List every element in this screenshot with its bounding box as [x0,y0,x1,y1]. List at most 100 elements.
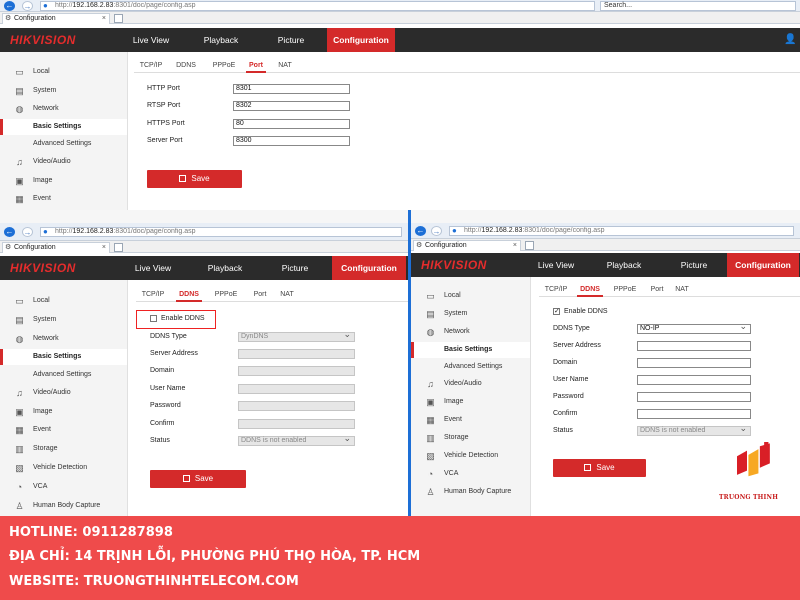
sidebar-item-vehicle-detection[interactable]: ▧ Vehicle Detection [0,460,127,476]
sidebar-item-basic-settings[interactable]: Basic Settings [0,349,127,365]
tab-port[interactable]: Port [647,284,667,297]
menu-playback[interactable]: Playback [196,256,254,280]
sidebar-item-video-audio[interactable]: ♫ Video/Audio [0,385,127,401]
url-field[interactable]: ● http://192.168.2.83:8301/doc/page/conf… [40,1,595,11]
new-tab-icon[interactable] [114,14,123,23]
domain-input[interactable] [238,366,355,376]
menu-configuration[interactable]: Configuration [327,28,395,52]
tab-nat[interactable]: NAT [276,60,294,73]
tab-tcpip[interactable]: TCP/IP [543,284,569,297]
sidebar-item-storage[interactable]: ▥ Storage [0,441,127,457]
status-select[interactable]: DDNS is not enabled [238,434,355,446]
menu-configuration[interactable]: Configuration [727,253,799,277]
url-field[interactable]: ● http://192.168.2.83:8301/doc/page/conf… [449,226,794,236]
sidebar-item-video-audio[interactable]: ♫ Video/Audio [411,376,530,392]
sidebar-item-event[interactable]: ▦ Event [0,191,127,207]
menu-picture[interactable]: Picture [665,253,723,277]
tab-tcpip[interactable]: TCP/IP [138,60,164,73]
confirm-input[interactable] [238,419,355,429]
tab-tcpip[interactable]: TCP/IP [140,289,166,302]
forward-icon[interactable]: → [22,227,33,237]
confirm-input[interactable] [637,409,751,419]
sidebar-item-network[interactable]: ◍ Network [0,331,127,347]
tab-pppoe[interactable]: PPPoE [611,284,639,297]
back-icon[interactable]: ← [415,226,426,236]
https-port-input[interactable]: 80 [233,119,350,129]
sidebar-item-system[interactable]: ▤ System [0,83,127,99]
sidebar-item-system[interactable]: ▤ System [411,306,530,322]
password-input[interactable] [238,401,355,411]
tab-ddns[interactable]: DDNS [577,284,603,297]
sidebar-item-human-body-capture[interactable]: ♙ Human Body Capture [0,498,127,514]
back-icon[interactable]: ← [4,1,15,11]
menu-picture[interactable]: Picture [266,256,324,280]
menu-playback[interactable]: Playback [192,28,250,52]
tab-nat[interactable]: NAT [278,289,296,302]
close-icon[interactable]: × [102,243,106,253]
server-address-input[interactable] [238,349,355,359]
sidebar-item-advanced-settings[interactable]: Advanced Settings [411,359,530,375]
enable-ddns-checkbox[interactable]: ✓ Enable DDNS [553,306,608,318]
sidebar-item-system[interactable]: ▤ System [0,312,127,328]
browser-tab[interactable]: ⚙ Configuration × [2,242,110,253]
tab-pppoe[interactable]: PPPoE [210,60,238,73]
menu-configuration[interactable]: Configuration [332,256,406,280]
sidebar-item-human-body-capture[interactable]: ♙ Human Body Capture [411,484,530,500]
enable-ddns-checkbox[interactable]: Enable DDNS [150,313,205,325]
sidebar-item-local[interactable]: ▭ Local [411,288,530,304]
tab-ddns[interactable]: DDNS [174,60,198,73]
sidebar-item-vca[interactable]: ◔ VCA [0,479,127,495]
server-port-input[interactable]: 8300 [233,136,350,146]
url-field[interactable]: ● http://192.168.2.83:8301/doc/page/conf… [40,227,402,237]
user-name-input[interactable] [637,375,751,385]
tab-pppoe[interactable]: PPPoE [212,289,240,302]
sidebar-item-advanced-settings[interactable]: Advanced Settings [0,367,127,383]
menu-live-view[interactable]: Live View [124,256,182,280]
ddns-type-select[interactable]: NO-IP [637,322,751,334]
user-icon[interactable]: 👤 [784,34,796,46]
browser-tab[interactable]: ⚙ Configuration × [413,240,521,251]
sidebar-item-basic-settings[interactable]: Basic Settings [411,342,530,358]
tab-nat[interactable]: NAT [673,284,691,297]
browser-tab[interactable]: ⚙ Configuration × [2,13,110,24]
menu-playback[interactable]: Playback [595,253,653,277]
sidebar-item-network[interactable]: ◍ Network [0,101,127,117]
menu-live-view[interactable]: Live View [122,28,180,52]
sidebar-item-advanced-settings[interactable]: Advanced Settings [0,136,127,152]
menu-picture[interactable]: Picture [262,28,320,52]
menu-live-view[interactable]: Live View [527,253,585,277]
save-button[interactable]: Save [150,470,246,488]
sidebar-item-basic-settings[interactable]: Basic Settings [0,119,127,135]
tab-ddns[interactable]: DDNS [176,289,202,302]
ddns-type-select[interactable]: DynDNS [238,330,355,342]
server-address-input[interactable] [637,341,751,351]
user-name-input[interactable] [238,384,355,394]
password-input[interactable] [637,392,751,402]
sidebar-item-vehicle-detection[interactable]: ▧ Vehicle Detection [411,448,530,464]
sidebar-item-video-audio[interactable]: ♫ Video/Audio [0,154,127,170]
http-port-input[interactable]: 8301 [233,84,350,94]
close-icon[interactable]: × [102,14,106,24]
forward-icon[interactable]: → [22,1,33,11]
forward-icon[interactable]: → [431,226,442,236]
status-select[interactable]: DDNS is not enabled [637,424,751,436]
rtsp-port-input[interactable]: 8302 [233,101,350,111]
new-tab-icon[interactable] [525,241,534,250]
tab-port[interactable]: Port [250,289,270,302]
sidebar-item-local[interactable]: ▭ Local [0,64,127,80]
save-button[interactable]: Save [147,170,242,188]
sidebar-item-image[interactable]: ▣ Image [0,173,127,189]
close-icon[interactable]: × [513,241,517,251]
back-icon[interactable]: ← [4,227,15,237]
sidebar-item-image[interactable]: ▣ Image [0,404,127,420]
sidebar-item-vca[interactable]: ◔ VCA [411,466,530,482]
sidebar-item-local[interactable]: ▭ Local [0,293,127,309]
tab-port[interactable]: Port [246,60,266,73]
sidebar-item-event[interactable]: ▦ Event [0,422,127,438]
search-field[interactable]: Search... [600,1,796,11]
sidebar-item-storage[interactable]: ▥ Storage [411,430,530,446]
new-tab-icon[interactable] [114,243,123,252]
save-button[interactable]: Save [553,459,646,477]
sidebar-item-image[interactable]: ▣ Image [411,394,530,410]
domain-input[interactable] [637,358,751,368]
